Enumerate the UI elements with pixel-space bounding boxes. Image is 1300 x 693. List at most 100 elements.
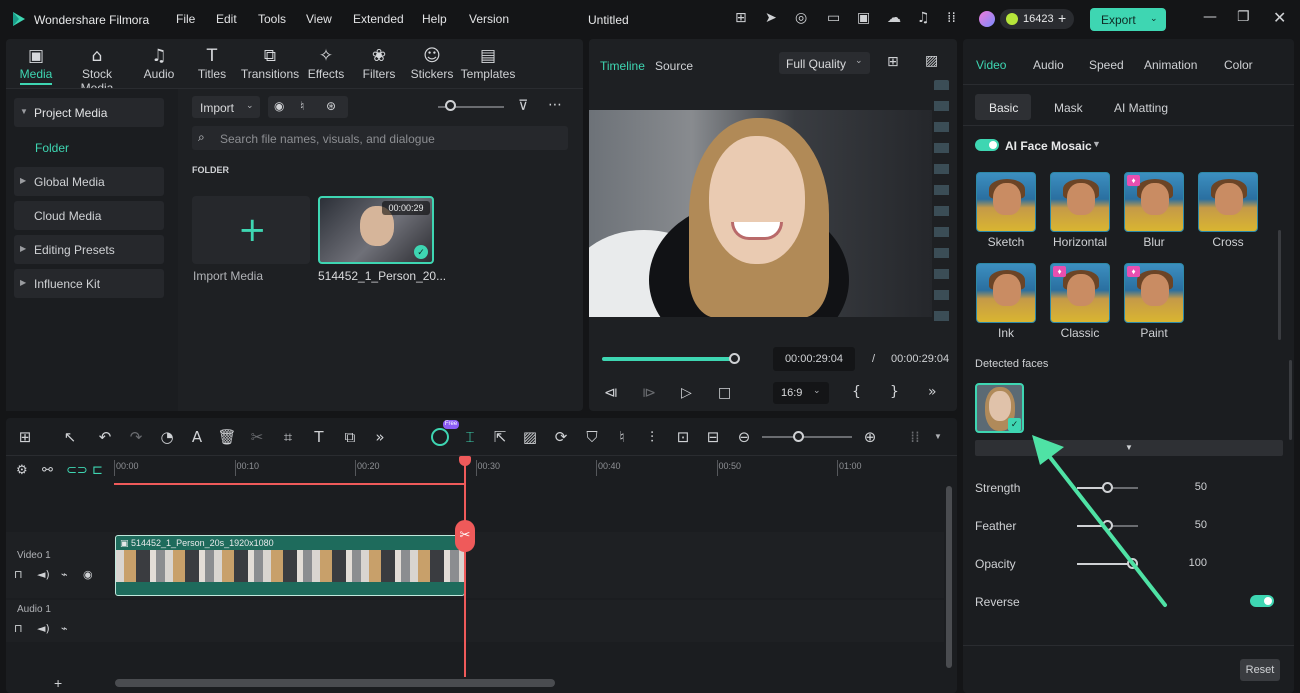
subtab-basic[interactable]: Basic — [975, 94, 1031, 120]
tab-media[interactable]: ▣ Media — [12, 45, 60, 81]
tab-stickers[interactable]: ☺ Stickers — [408, 45, 456, 81]
undo-icon[interactable]: ↶ — [95, 428, 115, 446]
rotate-icon[interactable]: ⟳ — [551, 428, 571, 446]
timeline-vertical-scrollbar[interactable] — [946, 486, 952, 668]
tab-transitions[interactable]: ⧉ Transitions — [240, 45, 300, 81]
microphone-icon[interactable]: ♮ — [300, 99, 304, 113]
sidebar-item-influence-kit[interactable]: ▶ Influence Kit — [14, 269, 164, 298]
ai-face-mosaic-toggle[interactable] — [975, 139, 999, 151]
chevron-down-icon[interactable]: ▼ — [934, 432, 942, 441]
tab-titles[interactable]: T Titles — [190, 45, 234, 81]
magnet-icon[interactable]: ⊏ — [92, 463, 103, 478]
smart-cut-icon[interactable]: ⌶ — [460, 428, 480, 446]
link-icon[interactable]: ⊂⊃ — [66, 463, 88, 478]
next-frame-icon[interactable]: ⧐ — [642, 385, 656, 401]
avatar[interactable] — [979, 11, 995, 27]
zoom-knob[interactable] — [793, 431, 804, 442]
scissors-icon[interactable]: ✂ — [455, 520, 475, 552]
tab-speed[interactable]: Speed — [1089, 58, 1124, 72]
sidebar-item-cloud-media[interactable]: Cloud Media — [14, 201, 164, 230]
snapshot-icon[interactable]: ▨ — [925, 53, 938, 69]
effect-tile-ink[interactable] — [976, 263, 1036, 323]
share-icon[interactable]: ➤ — [765, 10, 777, 26]
timeline-horizontal-scrollbar[interactable] — [115, 679, 555, 687]
effect-tile-sketch[interactable] — [976, 172, 1036, 232]
menu-tools[interactable]: Tools — [258, 12, 286, 26]
menu-file[interactable]: File — [176, 12, 195, 26]
sidebar-item-global-media[interactable]: ▶ Global Media — [14, 167, 164, 196]
gift-icon[interactable]: ⊞ — [735, 10, 747, 26]
inspector-outer-scrollbar[interactable] — [1289, 360, 1292, 440]
previous-frame-icon[interactable]: ⧏ — [604, 385, 618, 401]
tab-templates[interactable]: ▤ Templates — [460, 45, 516, 81]
close-icon[interactable]: ✕ — [1273, 8, 1286, 27]
menu-help[interactable]: Help — [422, 12, 447, 26]
media-clip-thumbnail[interactable]: 00:00:29 ✓ — [318, 196, 434, 264]
add-credits-icon[interactable]: + — [1058, 10, 1066, 26]
lock-icon[interactable]: ⊓ — [14, 568, 23, 581]
crop-icon[interactable]: ⌗ — [278, 428, 298, 446]
tab-effects[interactable]: ✧ Effects — [304, 45, 348, 81]
menu-edit[interactable]: Edit — [216, 12, 237, 26]
video-preview[interactable] — [589, 110, 932, 317]
apps-grid-icon[interactable]: ⁞⁞ — [947, 10, 956, 26]
delete-icon[interactable]: 🗑 — [217, 428, 237, 446]
effect-tile-blur[interactable]: ♦ — [1124, 172, 1184, 232]
zoom-in-icon[interactable]: ⊕ — [860, 428, 880, 446]
quality-dropdown[interactable]: Full Quality ⌄ — [779, 52, 870, 74]
ai-icon[interactable]: ⊛ — [326, 99, 336, 113]
playback-progress[interactable] — [602, 357, 734, 361]
import-dropdown[interactable]: Import ⌄ — [192, 96, 260, 118]
stop-icon[interactable]: □ — [718, 385, 731, 401]
headset-icon[interactable]: ♫ — [917, 10, 930, 26]
select-tool-icon[interactable]: ↖ — [60, 428, 80, 446]
multicam-icon[interactable]: ⊡ — [673, 428, 693, 446]
hide-effects-icon[interactable]: ⌁ — [61, 622, 68, 635]
microphone-icon[interactable]: ♮ — [612, 428, 632, 446]
export-button[interactable]: Export ⌄ — [1090, 8, 1166, 31]
export-clip-icon[interactable]: ⇱ — [490, 428, 510, 446]
record-icon[interactable]: ◉ — [274, 99, 284, 113]
tab-audio[interactable]: Audio — [1033, 58, 1064, 72]
audio-mixer-icon[interactable]: ⫶ — [642, 428, 662, 446]
tab-filters[interactable]: ❀ Filters — [358, 45, 400, 81]
more-controls-icon[interactable]: » — [928, 384, 937, 400]
lock-icon[interactable]: ⊓ — [14, 622, 23, 635]
reset-button[interactable]: Reset — [1240, 659, 1280, 681]
grid-view-icon[interactable]: ⊞ — [887, 54, 899, 70]
cloud-icon[interactable]: ☁ — [887, 10, 901, 26]
detected-face-thumbnail[interactable]: ✓ — [975, 383, 1024, 433]
maximize-icon[interactable]: ❐ — [1237, 9, 1250, 25]
tab-source[interactable]: Source — [655, 59, 693, 73]
dropdown-triangle-icon[interactable]: ▼ — [1092, 139, 1101, 149]
menu-extended[interactable]: Extended — [353, 12, 404, 26]
zoom-slider[interactable] — [762, 436, 852, 438]
split-icon[interactable]: ✂ — [247, 428, 267, 446]
speaker-icon[interactable]: ◄) — [37, 568, 50, 581]
tab-video[interactable]: Video — [976, 58, 1006, 72]
inspector-scrollbar[interactable] — [1278, 230, 1281, 340]
tab-animation[interactable]: Animation — [1144, 58, 1197, 72]
eye-icon[interactable]: ◉ — [83, 568, 93, 581]
image-edit-icon[interactable]: ▨ — [520, 428, 540, 446]
mark-in-icon[interactable]: { — [852, 384, 861, 400]
zoom-out-icon[interactable]: ⊖ — [734, 428, 754, 446]
layout-icon[interactable]: ▭ — [827, 10, 840, 26]
layout-grid-icon[interactable]: ⊞ — [15, 428, 35, 446]
save-icon[interactable]: ▣ — [857, 10, 870, 26]
redo-icon[interactable]: ↷ — [126, 428, 146, 446]
unlink-icon[interactable]: ⚯ — [42, 463, 53, 478]
text-icon[interactable]: T — [309, 428, 329, 446]
effect-tile-horizontal[interactable] — [1050, 172, 1110, 232]
menu-view[interactable]: View — [306, 12, 332, 26]
more-options-icon[interactable]: ⋯ — [548, 97, 562, 113]
mark-out-icon[interactable]: } — [890, 384, 899, 400]
shield-icon[interactable]: ⛉ — [582, 428, 602, 446]
track-settings-icon[interactable]: ⚙ — [16, 463, 28, 478]
play-icon[interactable]: ▷ — [681, 385, 692, 401]
more-tools-icon[interactable]: » — [370, 428, 390, 446]
effect-tile-cross[interactable] — [1198, 172, 1258, 232]
subtab-mask[interactable]: Mask — [1054, 101, 1083, 115]
ai-robot-icon[interactable] — [431, 428, 449, 446]
tab-color[interactable]: Color — [1224, 58, 1253, 72]
